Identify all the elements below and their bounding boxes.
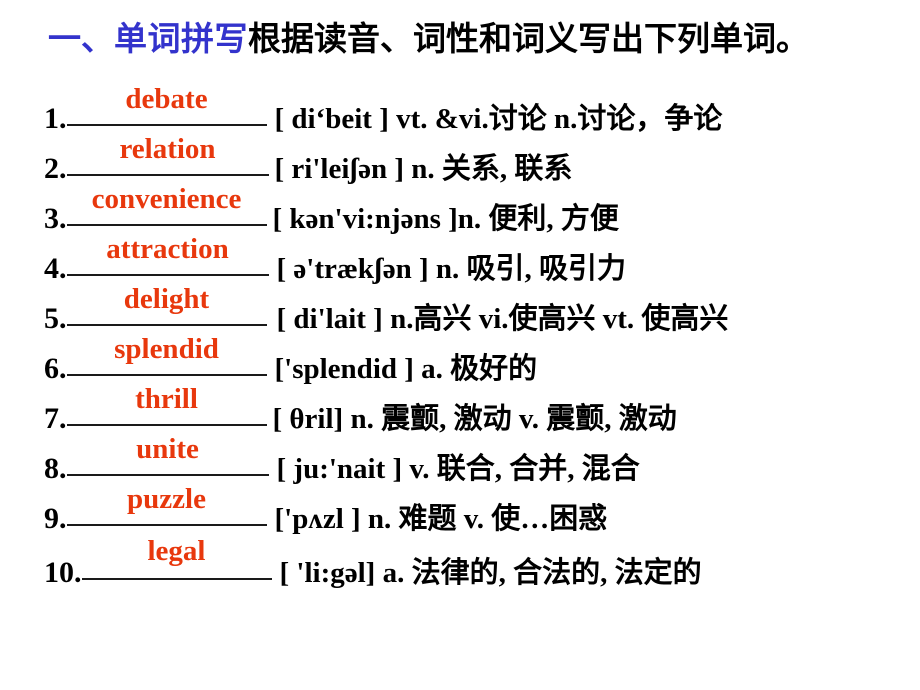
answer-blank[interactable]: legal [81,524,272,580]
answer-blank[interactable]: splendid [66,324,267,376]
answer-blank[interactable]: delight [66,274,267,326]
vocabulary-item: 1.debate[ di‘beit ] vt. &vi.讨论 n.讨论，争论 [44,74,920,135]
slide-canvas: 一、单词拼写根据读音、词性和词义写出下列单词。 1.debate[ di‘bei… [0,0,920,690]
page-title: 一、单词拼写根据读音、词性和词义写出下列单词。 [48,18,908,62]
vocabulary-item: 5.delight[ di'lait ] n.高兴 vi.使高兴 vt. 使高兴 [44,274,920,335]
section-title-highlight: 单词拼写 [114,22,248,58]
vocabulary-list: 1.debate[ di‘beit ] vt. &vi.讨论 n.讨论，争论 2.… [44,74,920,589]
instruction-text: 根据读音、词性和词义写出下列单词。 [248,22,809,58]
vocabulary-item: 8.unite[ ju:'nait ] v. 联合, 合并, 混合 [44,424,920,485]
vocabulary-item: 10.legal[ 'li:gəl] a. 法律的, 合法的, 法定的 [44,524,920,589]
item-number: 10. [44,556,82,589]
answer-blank[interactable]: thrill [66,374,267,426]
vocabulary-item: 4.attraction[ ə'trækʃən ] n. 吸引, 吸引力 [44,224,920,285]
vocabulary-item: 3.convenience[ kən'vi:njəns ]n. 便利, 方便 [44,174,920,235]
answer-blank[interactable]: puzzle [66,474,267,526]
vocabulary-item: 6.splendid['splendid ] a. 极好的 [44,324,920,385]
vocabulary-item: 2.relation[ ri'leiʃən ] n. 关系, 联系 [44,124,920,185]
answer-blank[interactable]: relation [66,124,269,176]
vocabulary-item: 7.thrill[ θril] n. 震颤, 激动 v. 震颤, 激动 [44,374,920,435]
definition-text: [ 'li:gəl] a. 法律的, 合法的, 法定的 [279,557,702,589]
vocabulary-item: 9.puzzle['pʌzl ] n. 难题 v. 使…困惑 [44,474,920,535]
answer-blank[interactable]: unite [66,424,269,476]
answer-blank[interactable]: convenience [66,174,267,226]
answer-blank[interactable]: debate [66,74,267,126]
answer-blank[interactable]: attraction [66,224,269,276]
section-marker: 一、 [48,22,114,58]
